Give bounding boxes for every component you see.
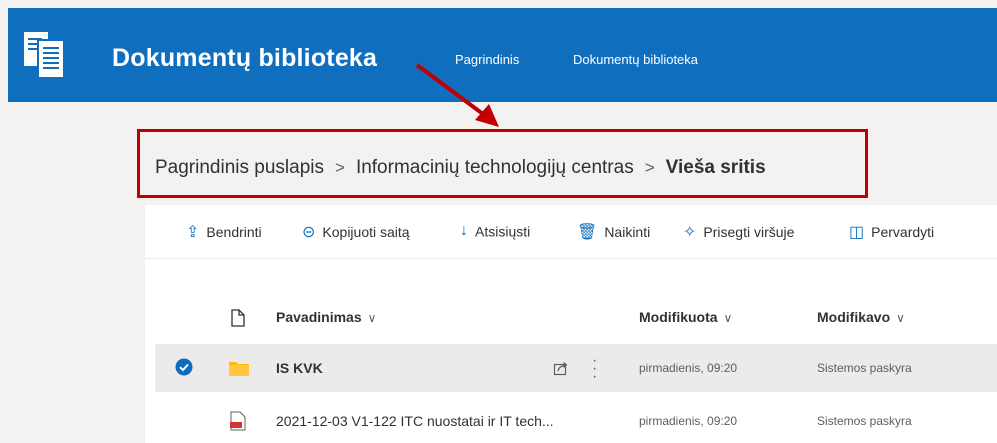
annotation-highlight-box [137,129,868,198]
chevron-down-icon: ∨ [367,311,377,325]
command-bar: ⇪ Bendrinti ⊝ Kopijuoti saitą ↓ Atsisiųsti … [145,210,997,254]
column-header-modified[interactable]: Modifikuota ∨ [639,309,732,325]
document-library-icon [24,32,65,79]
column-header-name[interactable]: Pavadinimas ∨ [276,309,376,325]
modified-date: pirmadienis, 09:20 [639,361,738,375]
site-header: Dokumentų biblioteka Pagrindinis Dokumen… [8,8,997,102]
chevron-down-icon: ∨ [896,311,905,325]
nav-link-home[interactable]: Pagrindinis [455,52,519,67]
file-name[interactable]: 2021-12-03 V1-122 ITC nuostatai ir IT te… [276,413,554,429]
check-icon[interactable] [175,358,193,376]
column-header-modified-by[interactable]: Modifikavo ∨ [817,309,905,325]
pin-icon: ✧ [683,224,697,241]
command-bar-divider [145,258,997,259]
file-name[interactable]: IS KVK [276,360,323,376]
site-title[interactable]: Dokumentų biblioteka [112,44,377,73]
delete-button[interactable]: 🗑 Naikinti [577,222,650,242]
pin-button[interactable]: ✧ Prisegti viršuje [683,222,794,242]
modified-by: Sistemos paskyra [817,361,912,375]
modified-date: pirmadienis, 09:20 [639,414,738,428]
trash-icon: 🗑 [577,224,598,241]
more-options-icon[interactable]: · · · [592,353,597,385]
rename-icon: ◫ [849,224,865,241]
share-icon: ⇪ [186,224,200,241]
share-button[interactable]: ⇪ Bendrinti [186,222,262,242]
pdf-file-icon [230,411,246,431]
folder-icon [229,362,249,376]
share-icon[interactable] [553,360,569,376]
file-type-icon [231,309,245,327]
link-icon: ⊝ [302,224,316,241]
nav-link-document-library[interactable]: Dokumentų biblioteka [573,52,698,67]
chevron-down-icon: ∨ [723,311,733,325]
modified-by: Sistemos paskyra [817,414,912,428]
download-icon: ↓ [460,222,468,240]
rename-button[interactable]: ◫ Pervardyti [849,222,934,242]
download-button[interactable]: ↓ Atsisiųsti [460,222,530,240]
copy-link-button[interactable]: ⊝ Kopijuoti saitą [302,222,410,242]
